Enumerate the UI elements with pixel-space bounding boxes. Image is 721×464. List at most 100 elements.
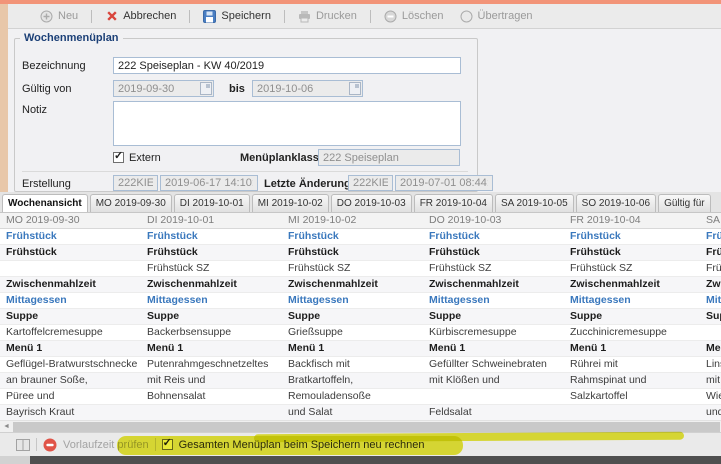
toolbar-button-abbrechen[interactable]: Abbrechen [99,8,182,25]
notiz-textarea[interactable] [113,101,461,146]
erstellung-user-input[interactable] [113,175,158,191]
toolbar-separator [189,10,190,23]
meal-cell: Frühstück [564,245,704,261]
meal-cell: Kürbiscremesuppe [423,325,563,341]
meal-cell: Zwischenmahlzeit [423,277,563,293]
meal-cell: Suppe [0,309,140,325]
meal-cell: Geflügel-Bratwurstschnecke [0,357,140,373]
tab-sa-2019-10-05[interactable]: SA 2019-10-05 [495,194,574,212]
erstellung-timestamp-input[interactable] [160,175,258,191]
meal-cell: Salzkartoffel [564,389,704,405]
meal-cell: Grießsuppe [282,325,422,341]
plus-circle-icon [40,10,53,23]
meal-link-cell[interactable]: Mittagessen [423,293,563,309]
tab-mo-2019-09-30[interactable]: MO 2019-09-30 [90,194,172,212]
window-left-strip [0,4,8,192]
meal-cell: Menü 1 [141,341,281,357]
toolbar-button-label: Löschen [402,10,444,22]
window-bottom-bar [30,456,721,464]
table-row: Frühstück SZFrühstück SZFrühstück SZFrüh… [0,261,721,277]
menueplanklasse-label: Menüplanklasse [240,152,325,164]
stop-icon[interactable] [43,438,57,452]
scroll-left-arrow-icon[interactable] [1,421,12,432]
meal-link-cell[interactable]: Frühstück [700,229,721,245]
bis-input[interactable] [252,80,363,97]
bezeichnung-input[interactable] [113,57,461,74]
app-window: Neu Abbrechen Speichern Drucken Löschen Übert… [0,0,721,464]
toolbar-button-uebertragen[interactable]: Übertragen [454,8,539,25]
vorlaufzeit-label: Vorlaufzeit prüfen [63,439,149,451]
tab-di-2019-10-01[interactable]: DI 2019-10-01 [174,194,250,212]
meal-cell: Remouladensoße [282,389,422,405]
tab-fr-2019-10-04[interactable]: FR 2019-10-04 [414,194,493,212]
recalc-checkbox[interactable] [162,439,173,450]
meal-cell: Zucchinicremesuppe [564,325,704,341]
letzte-aenderung-user-input[interactable] [348,175,393,191]
gueltig-von-field [113,80,214,97]
table-row: FrühstückFrühstückFrühstückFrühstückFrüh… [0,229,721,245]
toolbar-button-speichern[interactable]: Speichern [197,8,277,25]
horizontal-scrollbar[interactable] [0,420,721,432]
letzte-aenderung-timestamp-input[interactable] [395,175,493,191]
meal-cell: Frühstück SZ [564,261,704,277]
gueltig-von-input[interactable] [113,80,214,97]
meal-cell: Kartoffelcremesuppe [0,325,140,341]
meal-link-cell[interactable]: Mittagessen [0,293,140,309]
meal-cell: Suppe [141,309,281,325]
tab-bar: WochenansichtMO 2019-09-30DI 2019-10-01M… [0,192,721,213]
save-floppy-icon [203,10,216,23]
meal-link-cell[interactable]: Frühstück [423,229,563,245]
meal-cell: Frühstück [423,245,563,261]
meal-cell: Zwischenmahlzeit [0,277,140,293]
meal-cell: Frühstück SZ [423,261,563,277]
meal-cell: Putenrahmgeschnetzeltes [141,357,281,373]
footer-separator [155,438,156,451]
meal-cell: Menü 1 [700,341,721,357]
meal-cell: Frühstück SZ [700,261,721,277]
tab-gueltig-fuer[interactable]: Gültig für [658,194,711,212]
meal-link-cell[interactable]: Mittagessen [700,293,721,309]
meal-cell: Menü 1 [423,341,563,357]
printer-icon [298,10,311,23]
meal-link-cell[interactable]: Frühstück [0,229,140,245]
toolbar-button-label: Speichern [221,10,271,22]
tab-do-2019-10-03[interactable]: DO 2019-10-03 [331,194,412,212]
calendar-icon[interactable] [349,82,361,95]
meal-cell: Lins [700,357,721,373]
meal-link-cell[interactable]: Frühstück [282,229,422,245]
calendar-icon[interactable] [200,82,212,95]
tab-mi-2019-10-02[interactable]: MI 2019-10-02 [252,194,329,212]
meal-cell: Bayrisch Kraut [0,405,140,420]
meal-link-cell[interactable]: Mittagessen [141,293,281,309]
meal-link-cell[interactable]: Frühstück [564,229,704,245]
meal-cell: Frühstück [700,245,721,261]
toolbar-button-neu[interactable]: Neu [34,8,84,25]
meal-link-cell[interactable]: Mittagessen [564,293,704,309]
tab-wochenansicht[interactable]: Wochenansicht [2,194,88,212]
toolbar-button-loeschen[interactable]: Löschen [378,8,450,25]
table-row: an brauner Soße,mit Reis undBratkartoffe… [0,373,721,389]
extern-label: Extern [129,152,161,164]
meal-cell: Zwischenmahlzeit [564,277,704,293]
column-header: FR 2019-10-04 [564,213,704,229]
meal-cell: mit Reis und [141,373,281,389]
table-header-row: MO 2019-09-30DI 2019-10-01MI 2019-10-02D… [0,213,721,229]
meal-cell: Menü 1 [564,341,704,357]
meal-cell: Frühstück SZ [282,261,422,277]
table-row: KartoffelcremesuppeBackerbsensuppeGrießs… [0,325,721,341]
meal-cell: Backfisch mit [282,357,422,373]
table-row: Geflügel-BratwurstschneckePutenrahmgesch… [0,357,721,373]
meal-cell: Feldsalat [423,405,563,420]
meal-cell: Backerbsensuppe [141,325,281,341]
meal-link-cell[interactable]: Mittagessen [282,293,422,309]
menueplanklasse-input[interactable] [318,149,460,166]
scrollbar-thumb[interactable] [13,422,720,432]
table-row: Bayrisch Krautund SalatFeldsalatund [0,405,721,420]
toolbar-button-label: Neu [58,10,78,22]
tab-so-2019-10-06[interactable]: SO 2019-10-06 [576,194,656,212]
extern-checkbox[interactable] [113,152,124,163]
panels-icon[interactable] [16,439,30,451]
toolbar-button-drucken[interactable]: Drucken [292,8,363,25]
meal-cell: Bratkartoffeln, [282,373,422,389]
meal-link-cell[interactable]: Frühstück [141,229,281,245]
